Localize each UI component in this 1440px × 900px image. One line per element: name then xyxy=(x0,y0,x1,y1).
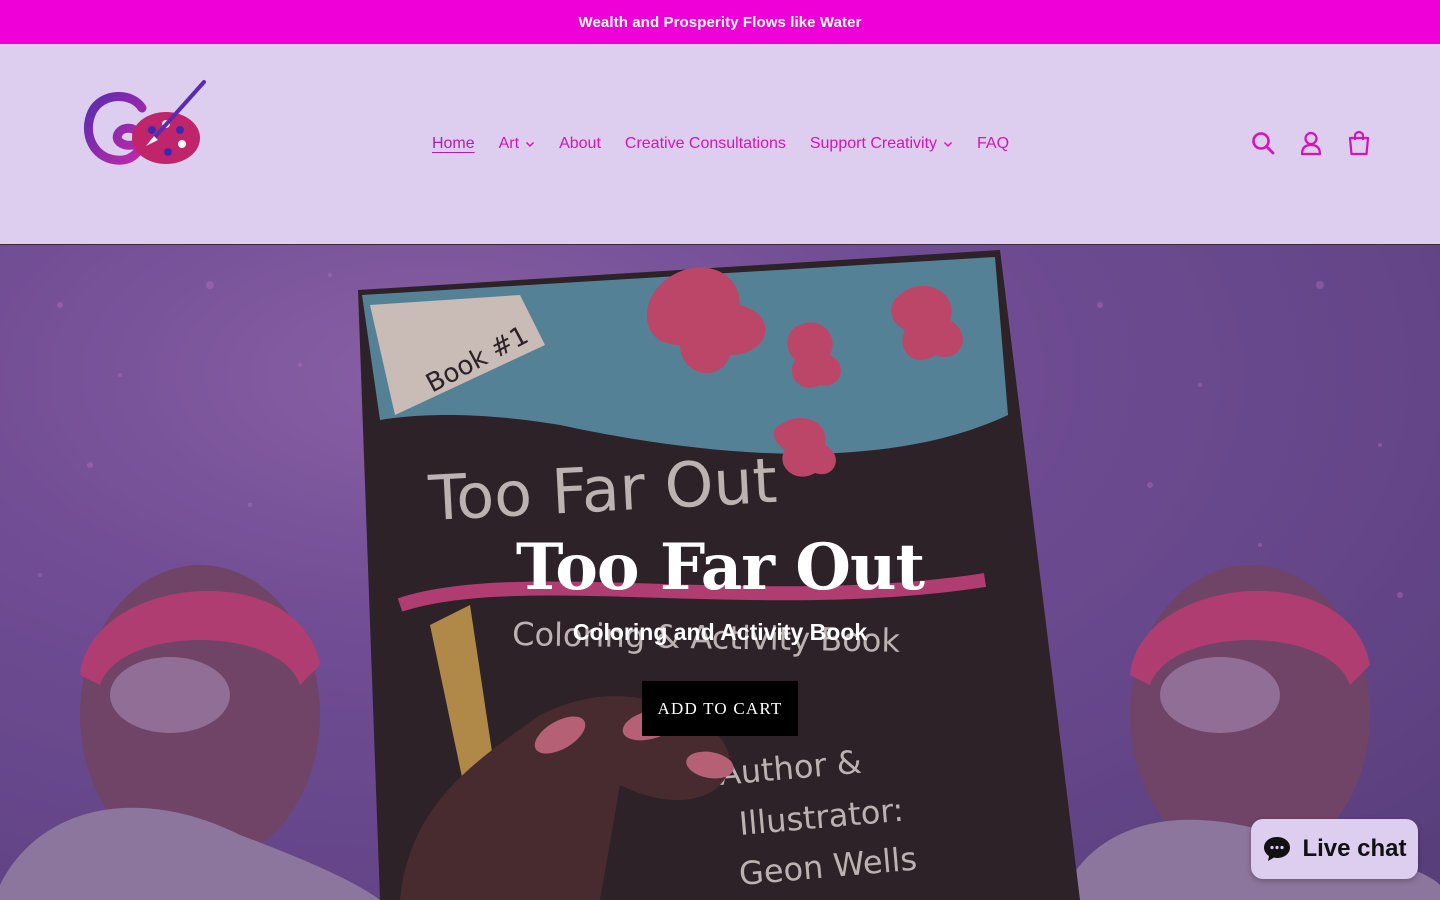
nav-item-label: Support Creativity xyxy=(809,135,938,152)
live-chat-label: Live chat xyxy=(1302,835,1407,862)
chat-bubble-icon xyxy=(1264,837,1291,861)
hero-banner: Book #1 Too Far Out Coloring & Activity … xyxy=(0,245,1440,900)
chevron-down-icon xyxy=(526,141,535,148)
nav-item-creative-consultations[interactable]: Creative Consultations xyxy=(625,135,786,153)
nav-item-label: Creative Consultations xyxy=(624,135,786,152)
nav-item-label: About xyxy=(559,135,601,152)
nav-item-about[interactable]: About xyxy=(559,135,601,153)
nav-item-label: FAQ xyxy=(977,135,1010,152)
nav-item-art[interactable]: Art xyxy=(499,135,535,153)
nav-item-faq[interactable]: FAQ xyxy=(977,135,1009,153)
announcement-text: Wealth and Prosperity Flows like Water xyxy=(578,13,862,31)
hero-subtitle: Coloring and Activity Book xyxy=(572,619,868,645)
account-icon[interactable] xyxy=(1298,130,1324,156)
chevron-down-icon xyxy=(944,141,953,148)
site-header: Home Art About Creative Consultations Suppor… xyxy=(0,44,1440,245)
announcement-bar: Wealth and Prosperity Flows like Water xyxy=(0,0,1440,44)
search-icon[interactable] xyxy=(1250,130,1276,156)
hero-title: Too Far Out xyxy=(515,530,925,605)
nav-item-support-creativity[interactable]: Support Creativity xyxy=(810,135,953,153)
live-chat-button[interactable]: Live chat xyxy=(1251,819,1418,879)
add-to-cart-button[interactable]: ADD TO CART xyxy=(642,681,798,736)
brand-logo[interactable] xyxy=(80,78,210,178)
header-icons xyxy=(1250,130,1372,156)
nav-item-home[interactable]: Home xyxy=(432,135,475,153)
nav-item-label: Home xyxy=(431,135,475,152)
hero-content: Too Far Out Coloring and Activity Book A… xyxy=(0,531,1440,736)
cart-icon[interactable] xyxy=(1346,130,1372,156)
main-nav: Home Art About Creative Consultations Suppor… xyxy=(0,130,1440,158)
nav-item-label: Art xyxy=(498,135,520,152)
